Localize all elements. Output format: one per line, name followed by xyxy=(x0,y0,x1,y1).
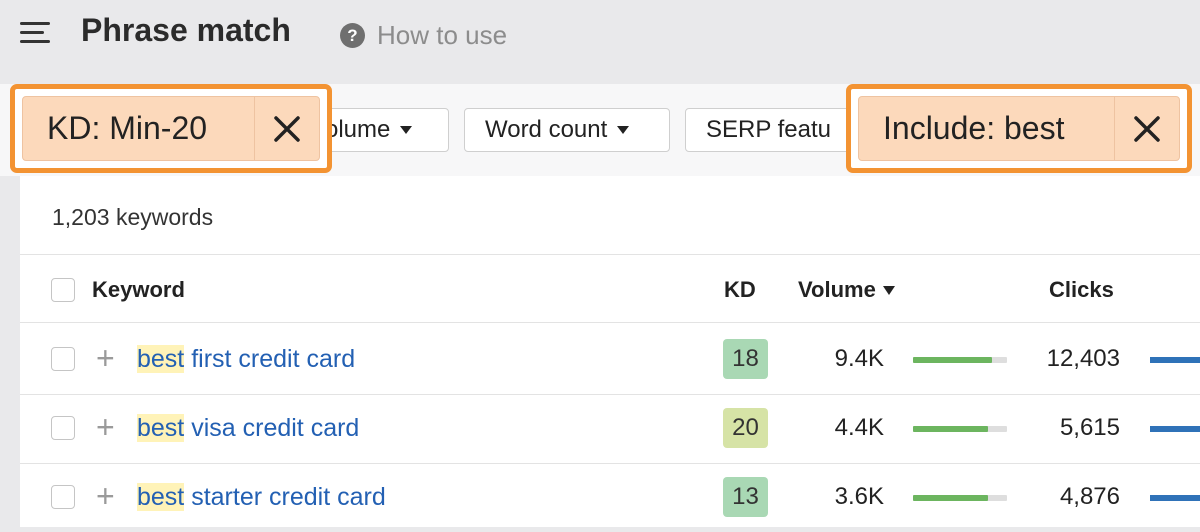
keyword-count: 1,203 keywords xyxy=(52,204,214,230)
keyword-link[interactable]: best first credit card xyxy=(137,345,355,374)
word-count-filter-button[interactable]: Word count xyxy=(464,108,670,152)
help-icon: ? xyxy=(340,23,365,48)
volume-column-label: Volume xyxy=(798,277,876,302)
table-row: + best starter credit card 13 3.6K 4,876 xyxy=(20,463,1200,532)
row-checkbox[interactable] xyxy=(51,347,75,371)
clicks-bar xyxy=(1150,357,1200,363)
keyword-text: visa credit card xyxy=(184,414,360,442)
volume-bar xyxy=(913,495,1007,501)
sort-desc-icon xyxy=(882,285,895,295)
volume-value: 4.4K xyxy=(834,414,884,441)
keyword-highlight: best xyxy=(137,414,185,442)
how-to-use-label: How to use xyxy=(377,20,508,50)
volume-bar-fill xyxy=(913,495,989,501)
divider xyxy=(20,322,1200,323)
caret-down-icon xyxy=(400,126,413,134)
menu-icon[interactable] xyxy=(20,22,50,44)
clicks-bar xyxy=(1150,426,1200,432)
kd-badge: 13 xyxy=(723,477,768,517)
volume-bar-fill xyxy=(913,357,992,363)
kd-column-header[interactable]: KD xyxy=(724,277,756,303)
volume-filter-label: olume xyxy=(325,116,391,143)
kd-badge: 18 xyxy=(723,339,768,379)
table-row: + best first credit card 18 9.4K 12,403 xyxy=(20,325,1200,394)
keyword-link[interactable]: best starter credit card xyxy=(137,483,386,512)
keyword-text: starter credit card xyxy=(184,483,386,511)
volume-bar xyxy=(913,357,1007,363)
close-icon xyxy=(274,115,300,142)
include-filter-remove-button[interactable] xyxy=(1114,97,1179,160)
add-to-list-icon[interactable]: + xyxy=(96,480,115,512)
table-row: + best visa credit card 20 4.4K 5,615 xyxy=(20,394,1200,463)
select-all-checkbox[interactable] xyxy=(51,278,75,302)
volume-value: 3.6K xyxy=(834,483,884,510)
keyword-link[interactable]: best visa credit card xyxy=(137,414,359,443)
volume-value: 9.4K xyxy=(834,345,884,372)
row-checkbox[interactable] xyxy=(51,416,75,440)
include-filter-chip[interactable]: Include: best xyxy=(858,96,1180,161)
caret-down-icon xyxy=(617,126,630,134)
include-filter-highlight: Include: best xyxy=(846,84,1192,173)
kd-filter-chip[interactable]: KD: Min-20 xyxy=(22,96,320,161)
word-count-filter-label: Word count xyxy=(485,116,608,143)
serp-features-filter-button[interactable]: SERP featu xyxy=(685,108,860,152)
clicks-value: 5,615 xyxy=(1059,414,1120,441)
how-to-use-link[interactable]: ? How to use xyxy=(340,20,507,51)
add-to-list-icon[interactable]: + xyxy=(96,342,115,374)
keyword-highlight: best xyxy=(137,345,185,373)
kd-filter-remove-button[interactable] xyxy=(254,97,319,160)
clicks-column-header[interactable]: Clicks xyxy=(1049,277,1114,303)
keyword-column-header[interactable]: Keyword xyxy=(92,277,185,303)
volume-filter-button[interactable]: olume xyxy=(314,108,449,152)
kd-filter-highlight: KD: Min-20 xyxy=(10,84,332,173)
kd-filter-label: KD: Min-20 xyxy=(47,110,208,146)
add-to-list-icon[interactable]: + xyxy=(96,411,115,443)
results-panel: 1,203 keywords Keyword KD Volume Clicks … xyxy=(20,176,1200,527)
serp-features-filter-label: SERP featu xyxy=(706,116,831,143)
volume-column-header[interactable]: Volume xyxy=(798,277,895,303)
header: Phrase match ? How to use xyxy=(0,0,1200,78)
volume-bar-fill xyxy=(913,426,989,432)
volume-bar xyxy=(913,426,1007,432)
kd-badge: 20 xyxy=(723,408,768,448)
keyword-highlight: best xyxy=(137,483,185,511)
divider xyxy=(20,254,1200,255)
page-title: Phrase match xyxy=(81,12,291,48)
include-filter-label: Include: best xyxy=(883,110,1065,146)
clicks-value: 4,876 xyxy=(1059,483,1120,510)
row-checkbox[interactable] xyxy=(51,485,75,509)
close-icon xyxy=(1134,115,1160,142)
clicks-value: 12,403 xyxy=(1046,345,1120,372)
clicks-bar xyxy=(1150,495,1200,501)
keyword-text: first credit card xyxy=(184,345,356,373)
